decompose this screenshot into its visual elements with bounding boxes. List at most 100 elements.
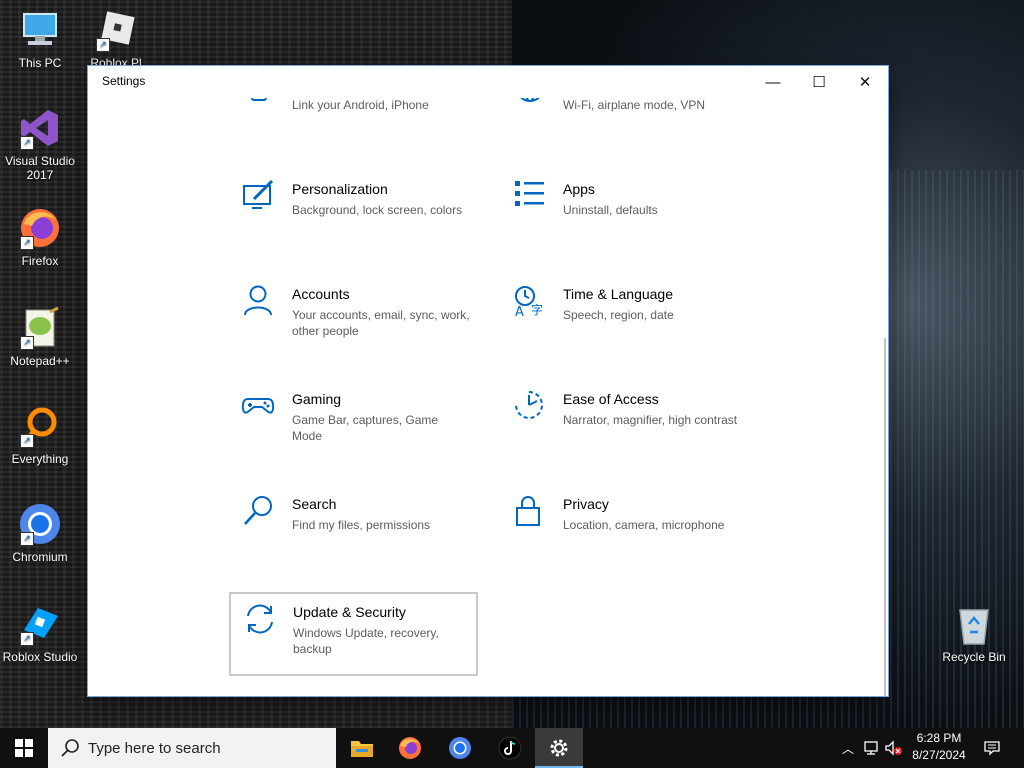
everything-search-icon: ↗ xyxy=(18,404,62,448)
start-button[interactable] xyxy=(0,728,48,768)
folder-icon xyxy=(351,741,373,757)
tile-gaming[interactable]: Gaming Game Bar, captures, Game Mode xyxy=(230,381,478,463)
network-tray-button[interactable] xyxy=(860,728,882,768)
maximize-button[interactable]: ☐ xyxy=(796,66,842,98)
taskbar-tiktok[interactable] xyxy=(486,728,534,768)
tile-description: Link your Android, iPhone xyxy=(292,98,429,112)
search-icon xyxy=(60,738,80,758)
taskbar-firefox[interactable] xyxy=(386,728,434,768)
person-icon xyxy=(242,284,276,318)
search-icon xyxy=(242,494,276,528)
taskbar-search-box[interactable]: Type here to search xyxy=(48,728,336,768)
firefox-icon xyxy=(399,737,421,759)
desktop-icon-label: Firefox xyxy=(21,254,59,268)
tile-title: Time & Language xyxy=(563,286,673,302)
search-placeholder: Type here to search xyxy=(88,740,221,757)
svg-text:A: A xyxy=(515,305,524,318)
close-button[interactable]: ✕ xyxy=(842,66,888,98)
tile-title: Update & Security xyxy=(293,604,406,620)
desktop-icon-recycle-bin[interactable]: Recycle Bin xyxy=(934,602,1014,664)
tile-apps[interactable]: Apps Uninstall, defaults xyxy=(501,171,749,253)
show-hidden-icons-button[interactable]: ︿ xyxy=(838,728,858,768)
notification-icon xyxy=(984,741,1000,756)
tile-network[interactable]: Wi-Fi, airplane mode, VPN xyxy=(501,98,749,148)
desktop-icon-chromium[interactable]: ↗ Chromium xyxy=(0,502,80,564)
notepad-plus-plus-icon: ↗ xyxy=(18,306,62,350)
recycle-bin-icon xyxy=(952,602,996,646)
tile-description: Uninstall, defaults xyxy=(563,203,658,217)
desktop-icon-firefox[interactable]: ↗ Firefox xyxy=(0,206,80,268)
taskbar-settings[interactable] xyxy=(535,728,583,768)
desktop-icon-roblox-studio[interactable]: ↗ Roblox Studio xyxy=(0,602,80,664)
title-bar[interactable]: Settings — ☐ ✕ xyxy=(88,66,888,98)
desktop-icon-label: Recycle Bin xyxy=(942,650,1006,664)
computer-icon xyxy=(18,8,62,52)
tile-description: Narrator, magnifier, high contrast xyxy=(563,413,738,427)
time-language-icon: A字 xyxy=(513,284,547,320)
gamepad-icon xyxy=(241,389,276,423)
desktop-icon-notepad-plus-plus[interactable]: ↗ Notepad++ xyxy=(0,306,80,368)
desktop-icon-label: Roblox Pl xyxy=(90,56,142,66)
tile-title: Search xyxy=(292,496,337,512)
globe-icon xyxy=(513,98,547,108)
clock-time: 6:28 PM xyxy=(916,731,962,745)
tile-title: Apps xyxy=(563,181,595,197)
tile-description: Location, camera, microphone xyxy=(563,518,725,532)
network-icon xyxy=(864,741,878,755)
tile-description: Wi-Fi, airplane mode, VPN xyxy=(563,98,706,112)
taskbar: Type here to search ︿ 6:28 PM 8/27/2024 xyxy=(0,728,1024,768)
tile-ease-of-access[interactable]: Ease of Access Narrator, magnifier, high… xyxy=(501,381,749,463)
taskbar-chromium[interactable] xyxy=(436,728,484,768)
notifications-button[interactable] xyxy=(980,728,1004,768)
desktop-icon-everything[interactable]: ↗ Everything xyxy=(0,404,80,466)
visual-studio-icon: ↗ xyxy=(18,106,62,150)
tile-phone[interactable]: Link your Android, iPhone xyxy=(230,98,478,148)
tile-description: Windows Update, recovery, backup xyxy=(293,626,439,656)
desktop-icon-this-pc[interactable]: This PC xyxy=(0,8,80,70)
desktop-icon-label: Chromium xyxy=(12,550,68,564)
tile-title: Personalization xyxy=(292,181,388,197)
desktop-icon-label: Everything xyxy=(11,452,69,466)
gear-icon xyxy=(550,739,568,757)
desktop-icon-label: This PC xyxy=(18,56,62,70)
roblox-icon: ↗ xyxy=(94,8,138,52)
tile-description: Game Bar, captures, Game Mode xyxy=(292,413,439,443)
personalization-icon xyxy=(242,179,276,213)
tile-update-security[interactable]: Update & Security Windows Update, recove… xyxy=(229,592,478,676)
firefox-icon: ↗ xyxy=(18,206,62,250)
desktop-icon-visual-studio[interactable]: ↗ Visual Studio 2017 xyxy=(0,106,80,182)
update-icon xyxy=(243,602,277,636)
tile-privacy[interactable]: Privacy Location, camera, microphone xyxy=(501,486,749,568)
scrollbar[interactable] xyxy=(884,338,886,696)
settings-window: Settings — ☐ ✕ Link your Android, iPhone… xyxy=(88,66,888,696)
minimize-button[interactable]: — xyxy=(750,66,796,98)
tile-description: Background, lock screen, colors xyxy=(292,203,463,217)
desktop-icon-label: Visual Studio 2017 xyxy=(5,154,75,182)
taskbar-file-explorer[interactable] xyxy=(338,728,386,768)
window-title: Settings xyxy=(102,74,146,88)
windows-logo-icon xyxy=(15,739,33,757)
tile-title: Privacy xyxy=(563,496,609,512)
tile-accounts[interactable]: Accounts Your accounts, email, sync, wor… xyxy=(230,276,478,358)
phone-icon xyxy=(242,98,276,108)
lock-icon xyxy=(513,494,547,528)
desktop-icon-label: Roblox Studio xyxy=(2,650,78,664)
tile-title: Ease of Access xyxy=(563,391,659,407)
tile-description: Find my files, permissions xyxy=(292,518,431,532)
chevron-up-icon: ︿ xyxy=(841,741,854,756)
apps-icon xyxy=(513,179,547,213)
tile-title: Accounts xyxy=(292,286,350,302)
svg-text:字: 字 xyxy=(531,302,543,317)
tile-title: Gaming xyxy=(292,391,342,407)
clock[interactable]: 6:28 PM 8/27/2024 xyxy=(900,730,978,764)
tile-description: Your accounts, email, sync, work, other … xyxy=(292,308,470,338)
tile-personalization[interactable]: Personalization Background, lock screen,… xyxy=(230,171,478,253)
tile-description: Speech, region, date xyxy=(563,308,674,322)
ease-of-access-icon xyxy=(513,389,547,423)
tile-search[interactable]: Search Find my files, permissions xyxy=(230,486,478,568)
desktop-icon-label: Notepad++ xyxy=(10,354,70,368)
chromium-icon xyxy=(449,737,471,759)
roblox-studio-icon: ↗ xyxy=(18,602,62,646)
desktop-icon-roblox-player[interactable]: ↗ Roblox Pl xyxy=(76,8,156,66)
tile-time-language[interactable]: A字 Time & Language Speech, region, date xyxy=(501,276,749,358)
